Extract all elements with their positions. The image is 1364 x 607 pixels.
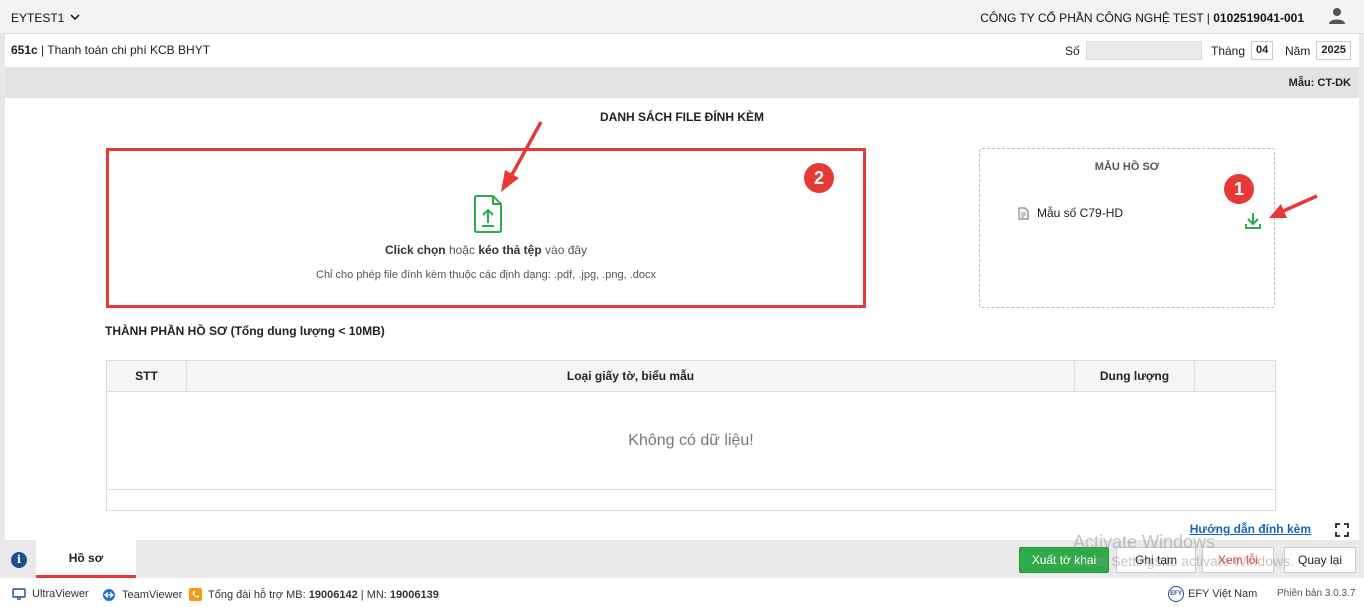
- ultraviewer-link[interactable]: UltraViewer: [12, 588, 89, 600]
- hotline-info: Tổng đài hỗ trợ MB: 19006142 | MN: 19006…: [189, 588, 439, 601]
- tenant-name: EYTEST1: [11, 11, 65, 25]
- page-title: DANH SÁCH FILE ĐÍNH KÈM: [600, 110, 764, 124]
- ultraviewer-label: UltraViewer: [32, 588, 89, 600]
- hotline-mn: 19006139: [389, 588, 439, 601]
- guide-bar: Hướng dẫn đính kèm: [5, 515, 1359, 540]
- top-bar: EYTEST1 CÔNG TY CỔ PHẦN CÔNG NGHỆ TEST |…: [0, 0, 1364, 34]
- user-icon[interactable]: [1328, 7, 1346, 25]
- column-stt: STT: [107, 361, 187, 391]
- template-panel: MẪU HỒ SƠ Mẫu số C79-HD: [979, 148, 1275, 308]
- tax-code: 0102519041-001: [1213, 11, 1304, 25]
- expand-icon[interactable]: [1335, 523, 1349, 537]
- hotline-prefix: Tổng đài hỗ trợ MB:: [208, 588, 309, 601]
- template-item-label: Mẫu số C79-HD: [1037, 206, 1124, 220]
- template-heading: MẪU HỒ SƠ: [1094, 161, 1160, 173]
- table-header: STT Loại giấy tờ, biểu mẫu Dung lượng: [107, 361, 1275, 392]
- nam-input[interactable]: 2025: [1316, 41, 1351, 60]
- table-footer: [107, 490, 1275, 510]
- action-bar: i Hồ sơ Xuất tờ khai Ghi tạm Xem lỗi Qua…: [0, 540, 1364, 578]
- column-actions: [1195, 361, 1275, 391]
- teamviewer-label: TeamViewer: [122, 589, 183, 601]
- annotation-badge-2: 2: [804, 163, 834, 193]
- ultraviewer-icon: [12, 588, 26, 600]
- template-item: Mẫu số C79-HD: [1018, 206, 1123, 220]
- or-text: hoặc: [445, 243, 479, 257]
- so-field: Số: [1065, 41, 1202, 60]
- efy-logo: EFY: [1168, 586, 1184, 602]
- template-code: Mẫu: CT-DK: [1288, 77, 1351, 89]
- form-code: 651c: [11, 43, 38, 57]
- hotline-mb: 19006142: [308, 588, 358, 601]
- dropzone-instruction: Click chọn hoặc kéo thả tệp vào đây: [109, 243, 863, 257]
- attachment-guide-link[interactable]: Hướng dẫn đính kèm: [1190, 522, 1311, 536]
- nam-field: Năm 2025: [1285, 41, 1351, 60]
- form-description: | Thanh toán chi phí KCB BHYT: [37, 43, 211, 57]
- nam-label: Năm: [1285, 43, 1311, 58]
- annotation-arrow-1: [1269, 194, 1318, 218]
- here-text: vào đây: [541, 243, 588, 257]
- thang-field: Tháng 04: [1211, 41, 1274, 60]
- thang-label: Tháng: [1211, 43, 1246, 58]
- thang-input[interactable]: 04: [1251, 41, 1274, 60]
- document-code: 651c | Thanh toán chi phí KCB BHYT: [11, 43, 210, 57]
- column-document-type: Loại giấy tờ, biểu mẫu: [187, 361, 1075, 391]
- template-code-bar: Mẫu: CT-DK: [5, 67, 1359, 98]
- company-info: CÔNG TY CỔ PHẦN CÔNG NGHỆ TEST | 0102519…: [980, 11, 1304, 25]
- efy-brand: EFY EFY Việt Nam: [1168, 586, 1257, 602]
- so-input[interactable]: [1085, 41, 1202, 60]
- file-icon: [1018, 207, 1029, 219]
- save-draft-button[interactable]: Ghi tạm: [1116, 547, 1196, 573]
- main-content: DANH SÁCH FILE ĐÍNH KÈM Click chọn hoặc …: [5, 98, 1359, 540]
- chevron-down-icon: [70, 14, 80, 21]
- view-errors-button[interactable]: Xem lỗi: [1202, 547, 1274, 573]
- back-button[interactable]: Quay lại: [1284, 547, 1356, 573]
- efy-label: EFY Việt Nam: [1188, 588, 1258, 600]
- phone-icon: [189, 588, 202, 601]
- annotation-badge-1: 1: [1224, 174, 1254, 204]
- so-label: Số: [1065, 43, 1080, 58]
- status-bar: UltraViewer TeamViewer Tổng đài hỗ trợ M…: [0, 578, 1364, 607]
- version-text: Phiên bản 3.0.3.7: [1277, 588, 1356, 599]
- tab-ho-so[interactable]: Hồ sơ: [36, 540, 136, 578]
- company-separator: |: [1203, 11, 1214, 25]
- teamviewer-icon: [103, 589, 115, 601]
- hotline-separator: | MN:: [357, 588, 390, 601]
- tenant-selector[interactable]: EYTEST1: [11, 11, 80, 25]
- document-bar: 651c | Thanh toán chi phí KCB BHYT Số Th…: [5, 34, 1359, 67]
- upload-file-icon[interactable]: [473, 195, 503, 233]
- download-icon[interactable]: [1245, 212, 1261, 230]
- empty-state: Không có dữ liệu!: [107, 392, 1275, 490]
- teamviewer-link[interactable]: TeamViewer: [102, 588, 182, 602]
- click-text[interactable]: Click chọn: [385, 243, 446, 257]
- file-dropzone[interactable]: Click chọn hoặc kéo thả tệp vào đây Chỉ …: [106, 148, 866, 308]
- export-declaration-button[interactable]: Xuất tờ khai: [1019, 547, 1109, 573]
- info-icon[interactable]: i: [11, 552, 27, 568]
- company-name: CÔNG TY CỔ PHẦN CÔNG NGHỆ TEST: [980, 11, 1204, 25]
- hotline-text: Tổng đài hỗ trợ MB: 19006142 | MN: 19006…: [208, 589, 439, 601]
- attachment-table: STT Loại giấy tờ, biểu mẫu Dung lượng Kh…: [106, 360, 1276, 511]
- allowed-formats-text: Chỉ cho phép file đính kèm thuộc các địn…: [316, 269, 656, 281]
- section-title: THÀNH PHẦN HỒ SƠ (Tổng dung lượng < 10MB…: [105, 324, 385, 338]
- drag-text: kéo thả tệp: [478, 243, 542, 257]
- column-size: Dung lượng: [1075, 361, 1195, 391]
